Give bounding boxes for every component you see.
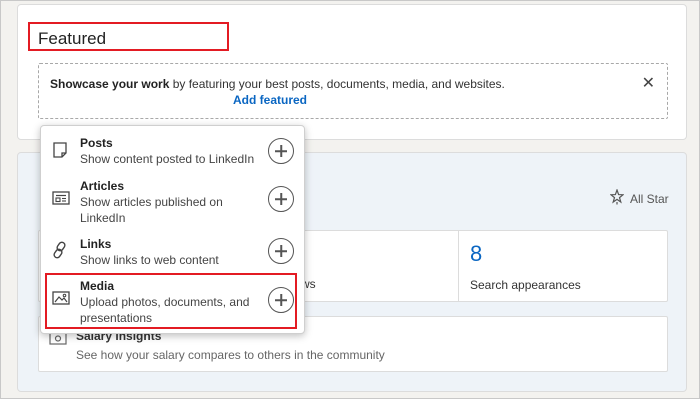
menu-item-desc: Show content posted to LinkedIn	[80, 152, 255, 166]
featured-title: Featured	[28, 22, 229, 51]
menu-item-desc: Show links to web content	[80, 253, 219, 267]
menu-item-links[interactable]: Links Show links to web content	[41, 235, 304, 280]
menu-item-title: Articles	[80, 179, 125, 193]
menu-item-title: Media	[80, 279, 115, 293]
menu-item-desc: Show articles published on LinkedIn	[80, 195, 223, 225]
add-featured-link[interactable]: Add featured	[233, 93, 307, 107]
menu-item-media[interactable]: Media Upload photos, documents, and pres…	[41, 277, 304, 331]
menu-item-articles[interactable]: Articles Show articles published on Link…	[41, 177, 304, 231]
all-star-badge[interactable]: All Star	[609, 188, 669, 208]
menu-item-title: Links	[80, 237, 112, 251]
note-icon	[52, 141, 68, 164]
showcase-bold: Showcase your work	[50, 77, 170, 91]
star-icon	[609, 188, 625, 208]
showcase-box: Showcase your work by featuring your bes…	[38, 63, 668, 119]
add-posts-button[interactable]	[268, 138, 294, 164]
showcase-text: Showcase your work by featuring your bes…	[50, 77, 505, 91]
showcase-rest: by featuring your best posts, documents,…	[169, 77, 505, 91]
salary-subtitle: See how your salary compares to others i…	[76, 348, 385, 362]
stat-divider	[458, 231, 459, 301]
article-icon	[52, 190, 70, 211]
search-appearances-count[interactable]: 8	[470, 241, 482, 267]
image-icon	[52, 290, 70, 311]
link-icon	[52, 241, 68, 264]
menu-item-desc: Upload photos, documents, and presentati…	[80, 295, 250, 325]
all-star-label: All Star	[630, 191, 669, 206]
add-articles-button[interactable]	[268, 186, 294, 212]
menu-item-posts[interactable]: Posts Show content posted to LinkedIn	[41, 134, 304, 179]
close-icon[interactable]: ✕	[642, 73, 655, 93]
search-appearances-label[interactable]: Search appearances	[470, 278, 581, 292]
add-media-button[interactable]	[268, 287, 294, 313]
menu-item-title: Posts	[80, 136, 113, 150]
add-links-button[interactable]	[268, 238, 294, 264]
add-featured-menu: Posts Show content posted to LinkedIn Ar…	[40, 125, 305, 334]
